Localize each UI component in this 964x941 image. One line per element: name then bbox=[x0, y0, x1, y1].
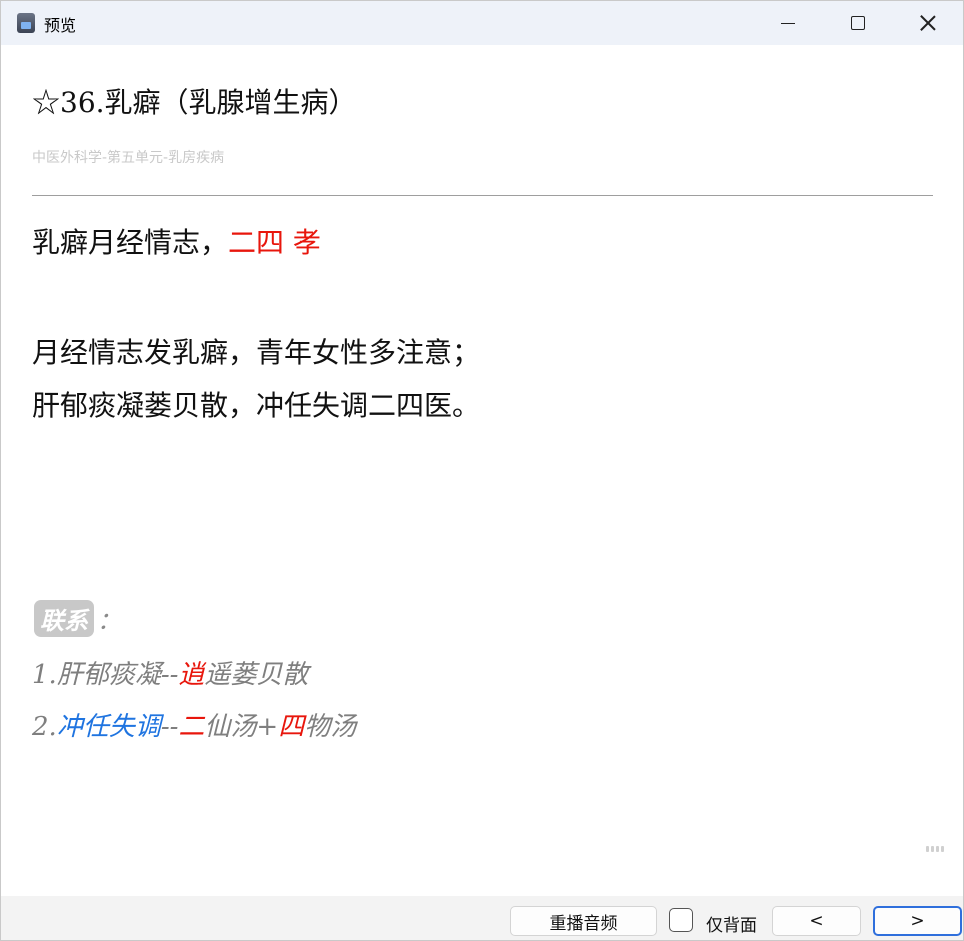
replay-audio-button[interactable]: 重播音频 bbox=[510, 906, 657, 936]
window-title: 预览 bbox=[44, 16, 77, 35]
association-remedy: 遥蒌贝散 bbox=[204, 660, 309, 690]
verse-line: 月经情志发乳癖，青年女性多注意； bbox=[32, 336, 481, 369]
close-button[interactable] bbox=[893, 1, 963, 45]
verse-block: 月经情志发乳癖，青年女性多注意； 肝郁痰凝蒌贝散，冲任失调二四医。 bbox=[32, 326, 480, 432]
mnemonic-prefix: 乳癖月经情志， bbox=[32, 226, 229, 259]
association-number: 1. bbox=[32, 660, 57, 690]
app-icon bbox=[17, 13, 35, 33]
grip-dot bbox=[941, 846, 944, 852]
association-highlight: 二 bbox=[178, 712, 205, 742]
minimize-icon bbox=[781, 22, 795, 24]
divider bbox=[32, 195, 933, 196]
back-only-checkbox[interactable] bbox=[669, 908, 693, 932]
grip-dot bbox=[931, 846, 934, 852]
close-icon bbox=[920, 15, 936, 31]
minimize-button[interactable] bbox=[753, 1, 823, 45]
mnemonic-line: 乳癖月经情志，二四 孝 bbox=[32, 221, 321, 261]
next-button[interactable]: > bbox=[873, 906, 962, 936]
mnemonic-highlight: 二四 孝 bbox=[228, 226, 321, 259]
previous-button[interactable]: < bbox=[772, 906, 861, 936]
maximize-icon bbox=[851, 16, 865, 30]
association-remedy: 物汤 bbox=[304, 712, 357, 742]
association-cause: 肝郁痰凝 bbox=[56, 660, 161, 690]
association-item: 1.肝郁痰凝--逍遥蒌贝散 bbox=[32, 654, 308, 691]
grip-dot bbox=[936, 846, 939, 852]
preview-window: 预览 ☆36.乳癖（乳腺增生病） 中医外科学-第五单元-乳房疾病 乳癖月经情志，… bbox=[0, 0, 964, 941]
verse-line: 肝郁痰凝蒌贝散，冲任失调二四医。 bbox=[32, 389, 481, 422]
title-bar[interactable]: 预览 bbox=[1, 1, 963, 45]
association-heading: 联系： bbox=[34, 600, 121, 637]
association-label: 联系 bbox=[34, 600, 94, 637]
card-title: ☆36.乳癖（乳腺增生病） bbox=[32, 86, 357, 119]
grip-dot bbox=[926, 846, 929, 852]
deck-breadcrumb: 中医外科学-第五单元-乳房疾病 bbox=[32, 150, 225, 166]
association-number: 2. bbox=[32, 712, 57, 742]
resize-grip[interactable] bbox=[926, 846, 948, 852]
association-cause: 冲任失调 bbox=[56, 712, 161, 742]
association-remedy: 仙汤+ bbox=[204, 712, 279, 742]
association-item: 2.冲任失调--二仙汤+四物汤 bbox=[32, 706, 356, 743]
maximize-button[interactable] bbox=[823, 1, 893, 45]
association-colon: ： bbox=[97, 607, 121, 635]
association-highlight: 逍 bbox=[178, 660, 205, 690]
association-separator: -- bbox=[160, 660, 179, 690]
bottom-toolbar: 重播音频 < > bbox=[1, 896, 963, 940]
association-separator: -- bbox=[160, 712, 179, 742]
back-only-label: 仅背面 bbox=[706, 916, 757, 936]
association-highlight: 四 bbox=[278, 712, 305, 742]
